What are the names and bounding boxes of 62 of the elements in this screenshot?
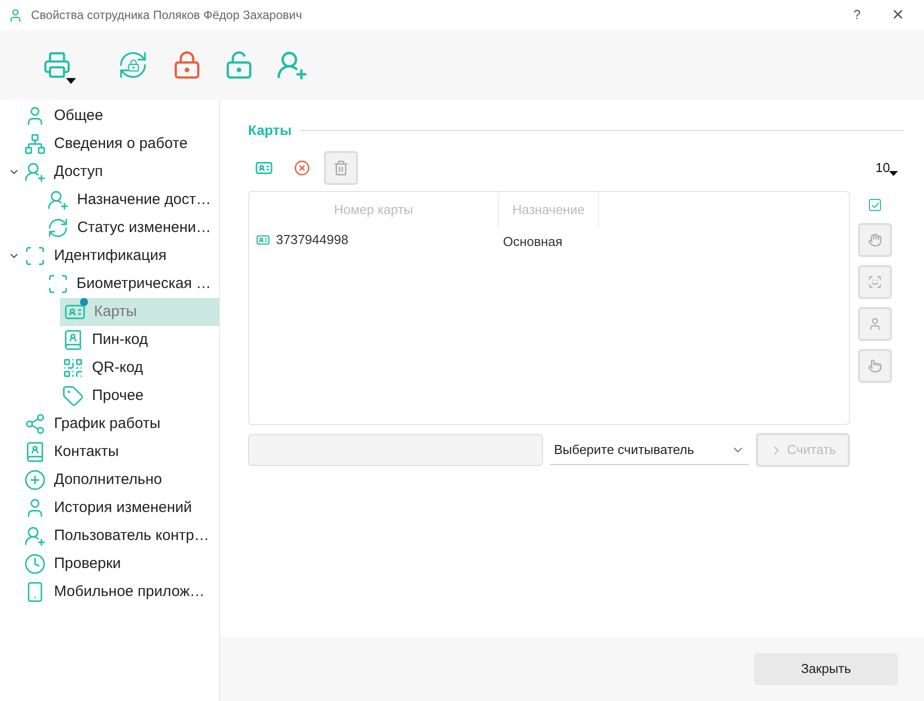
window-title: Свойства сотрудника Поляков Фёдор Захарович: [31, 7, 302, 24]
sidebar-item[interactable]: Идентификация: [24, 242, 219, 270]
sidebar-item[interactable]: Пин-код: [62, 326, 219, 354]
trash-icon: [333, 160, 349, 176]
scan-frame-icon: [24, 245, 46, 267]
sidebar-item[interactable]: Назначение дост…: [47, 186, 219, 214]
table-cell-text: Основная: [503, 233, 562, 252]
sidebar-item[interactable]: Контакты: [24, 438, 219, 466]
column-header: Номер карты: [249, 192, 499, 228]
plus-circle-icon: [24, 469, 46, 491]
lock-icon[interactable]: [172, 50, 202, 80]
user-icon: [8, 8, 23, 22]
hierarchy-icon: [24, 133, 46, 155]
close-button[interactable]: ×: [880, 5, 916, 25]
pointer-icon: [868, 359, 882, 373]
sidebar-item[interactable]: Дополнительно: [24, 466, 219, 494]
sidebar-item[interactable]: Биометрическая …: [46, 270, 219, 298]
person-button[interactable]: [858, 307, 892, 341]
scan-frame-icon: [46, 273, 68, 295]
checkbox[interactable]: [869, 199, 881, 211]
sidebar-item[interactable]: Пользователь контр…: [24, 522, 219, 550]
sidebar-item[interactable]: История изменений: [24, 494, 219, 522]
sidebar-item[interactable]: Мобильное прилож…: [24, 578, 219, 606]
unlock-icon[interactable]: [224, 50, 254, 80]
user-plus-icon: [24, 161, 46, 183]
hand-icon: [868, 233, 882, 247]
user-plus-icon: [24, 525, 46, 547]
page-size-dropdown[interactable]: 10: [876, 158, 898, 178]
user-icon: [868, 317, 882, 331]
remove-icon[interactable]: [294, 160, 310, 176]
tag-icon: [62, 385, 84, 407]
touch-button[interactable]: [858, 349, 892, 383]
card-icon: [256, 233, 270, 247]
reader-select[interactable]: Выберите считыватель: [550, 435, 749, 465]
section-title: Карты: [248, 121, 292, 140]
face-scan-icon: [868, 275, 882, 289]
sidebar-item[interactable]: Проверки: [24, 550, 219, 578]
clock-icon: [24, 553, 46, 575]
close-dialog-button[interactable]: Закрыть: [754, 653, 898, 685]
sidebar-item[interactable]: График работы: [24, 410, 219, 438]
user-plus-icon[interactable]: [276, 49, 308, 81]
face-scan-button[interactable]: [858, 265, 892, 299]
refresh-icon: [47, 217, 70, 239]
column-header: Назначение: [499, 192, 599, 228]
contact-book-icon: [62, 329, 84, 351]
sidebar-item[interactable]: Доступ: [24, 158, 219, 186]
table-cell-text: 3737944998: [276, 231, 348, 250]
card-number-field[interactable]: [248, 434, 543, 466]
sidebar-item[interactable]: QR-код: [62, 354, 219, 382]
add-card-icon[interactable]: [255, 159, 273, 177]
palm-button[interactable]: [858, 223, 892, 257]
contact-book-icon: [24, 441, 46, 463]
sidebar-item[interactable]: Общее: [24, 102, 219, 130]
caret-icon: [889, 170, 898, 176]
delete-button[interactable]: [324, 151, 358, 185]
sidebar-item[interactable]: Сведения о работе: [24, 130, 219, 158]
user-plus-icon: [47, 189, 70, 211]
qr-code-icon: [62, 357, 84, 379]
sidebar-item[interactable]: Прочее: [62, 382, 219, 410]
sidebar-item[interactable]: Статус изменени…: [47, 214, 219, 242]
share-icon: [24, 413, 46, 435]
help-button[interactable]: ?: [842, 5, 872, 25]
